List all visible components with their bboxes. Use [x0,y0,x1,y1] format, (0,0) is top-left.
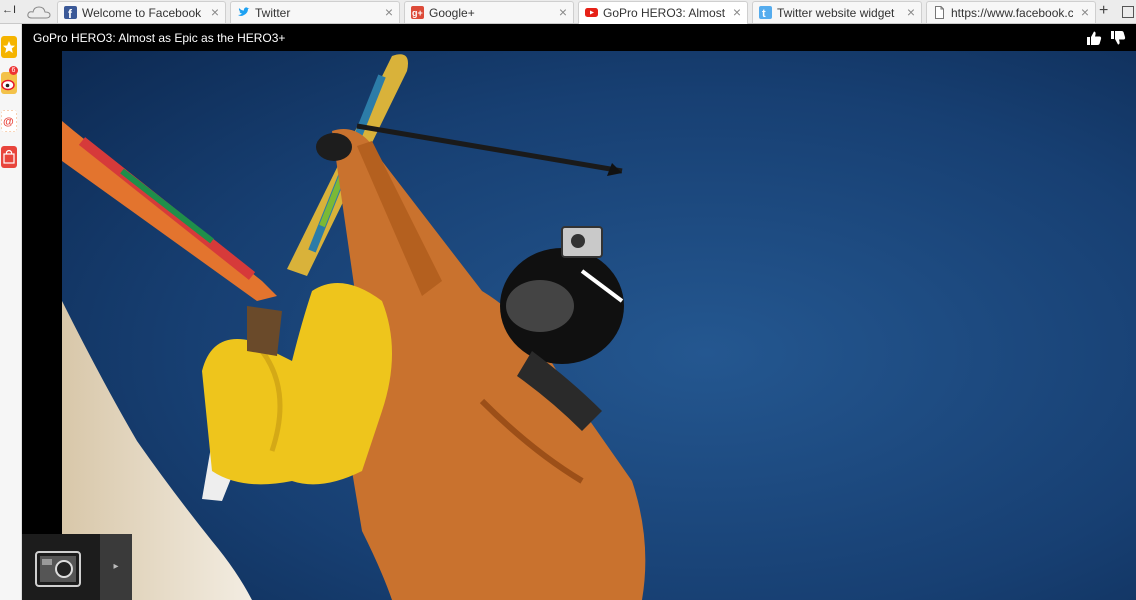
tab-twitter-widget[interactable]: t Twitter website widget × [752,1,922,23]
play-arrow-icon[interactable]: ▸ [100,534,132,600]
back-history-button[interactable]: ←I [0,0,22,24]
video-player[interactable]: GoPro HERO3: Almost as Epic as the HERO3… [22,24,1136,600]
google-plus-icon: g+ [411,6,424,19]
tab-title: GoPro HERO3: Almost [603,6,725,20]
close-icon[interactable]: × [733,4,741,20]
thumbs-down-icon[interactable] [1110,30,1126,46]
tab-google-plus[interactable]: g+ Google+ × [404,1,574,23]
channel-thumbnail[interactable]: ▸ [22,534,132,600]
svg-text:f: f [68,7,73,19]
tab-title: Twitter website widget [777,6,895,20]
facebook-icon: f [64,6,77,21]
gopro-camera-icon [35,551,81,587]
svg-text:@: @ [3,116,14,128]
twitter-icon: t [759,6,772,20]
star-icon[interactable] [1,36,17,58]
twitter-icon [238,7,250,17]
video-frame[interactable] [62,51,1136,600]
svg-text:t: t [762,8,766,19]
close-icon[interactable]: × [211,4,219,20]
close-icon[interactable]: × [907,4,915,20]
tab-twitter[interactable]: Twitter × [230,1,400,23]
page-icon [935,6,944,19]
svg-text:g+: g+ [412,8,423,18]
youtube-icon [585,8,598,17]
tab-gopro-video[interactable]: GoPro HERO3: Almost × [578,1,748,24]
tab-title: Google+ [429,6,475,20]
notification-badge: 6 [9,66,18,75]
tab-title: https://www.facebook.c [951,6,1073,20]
back-history-label: ←I [2,4,17,16]
tab-facebook-url[interactable]: https://www.facebook.c × [926,1,1096,23]
thumbs-up-icon[interactable] [1086,30,1102,46]
sidebar: 6 @ [0,24,22,600]
weibo-icon[interactable] [1,72,17,94]
video-title[interactable]: GoPro HERO3: Almost as Epic as the HERO3… [33,31,285,45]
close-icon[interactable]: × [385,4,393,20]
tab-bar: ←I f Welcome to Facebook × Twitter × g+ … [0,0,1136,24]
mail-icon[interactable]: @ [1,110,17,132]
close-icon[interactable]: × [559,4,567,20]
cloud-icon[interactable] [26,4,52,20]
new-tab-button[interactable]: + [1099,2,1108,20]
shopping-bag-icon[interactable] [1,146,17,168]
tab-facebook[interactable]: f Welcome to Facebook × [57,1,226,23]
tab-title: Twitter [255,6,291,20]
close-icon[interactable]: × [1081,4,1089,20]
tab-title: Welcome to Facebook [82,6,202,20]
restore-window-icon[interactable] [1122,6,1134,18]
